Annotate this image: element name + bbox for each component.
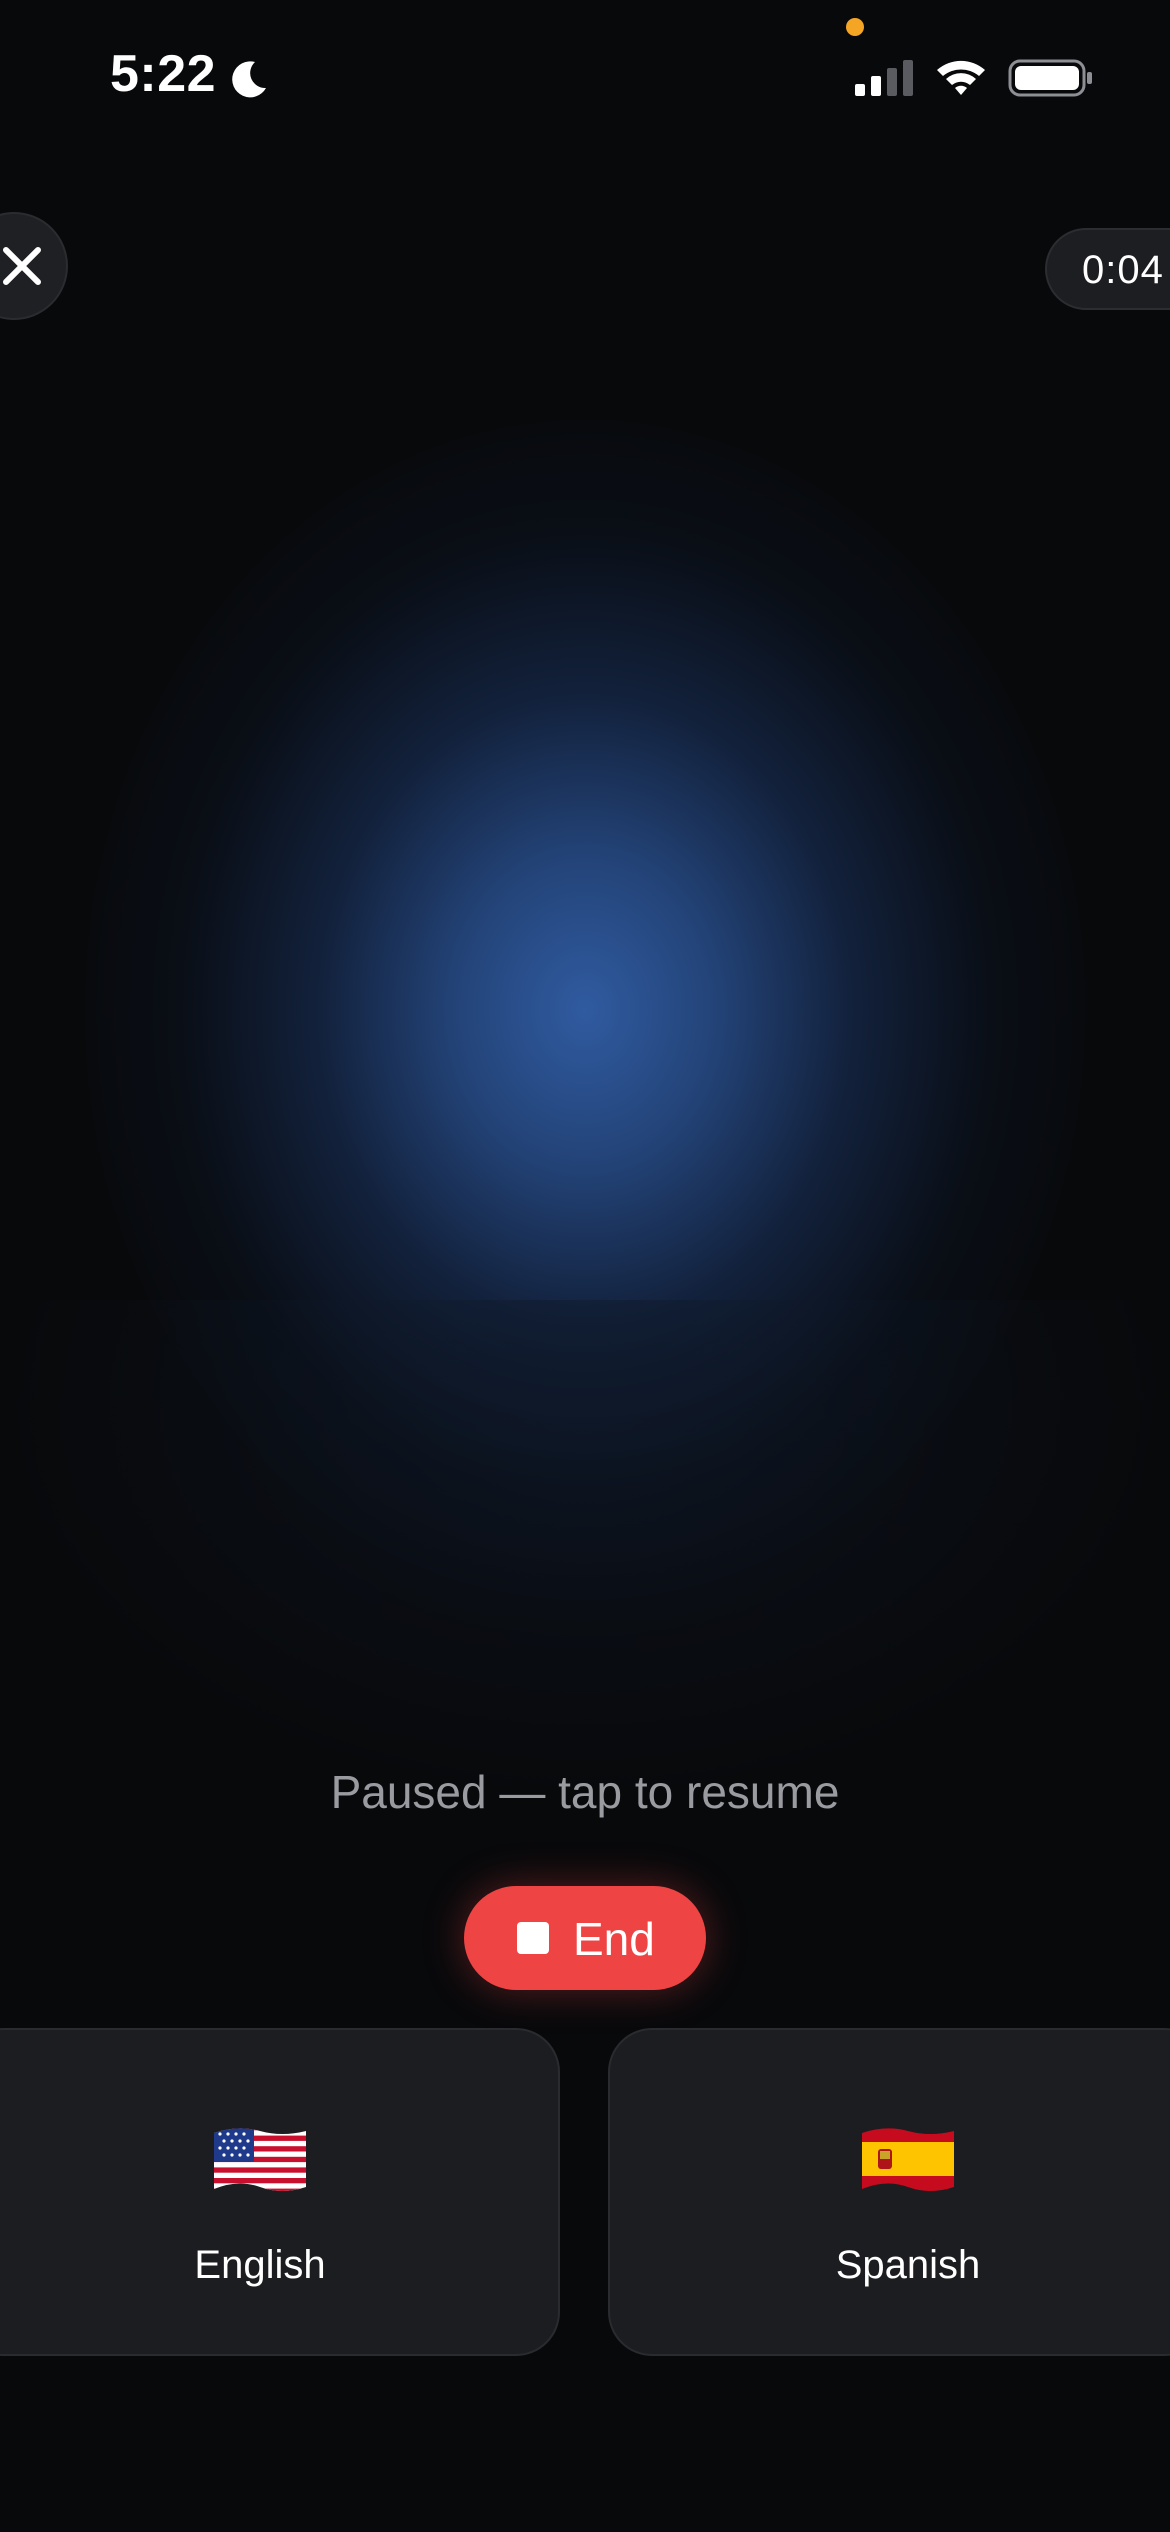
language-label-english: English [194, 2243, 326, 2287]
status-bar: 5:22 [0, 0, 1170, 150]
language-label-spanish: Spanish [835, 2243, 981, 2287]
language-card-english[interactable]: English [0, 2028, 560, 2356]
background-shade [0, 1300, 1170, 1800]
end-button[interactable]: End [464, 1886, 706, 1990]
stop-icon [517, 1922, 549, 1954]
end-button-label: End [573, 1913, 655, 1965]
cellular-signal-icon [855, 60, 913, 96]
us-flag-icon [214, 2128, 306, 2192]
close-button[interactable] [0, 212, 68, 320]
status-time: 5:22 [110, 45, 217, 103]
language-card-spanish[interactable]: Spanish [608, 2028, 1170, 2356]
call-timer: 0:04 [1045, 228, 1170, 310]
timer-text: 0:04 [1082, 248, 1164, 292]
moon-icon [232, 61, 266, 98]
voice-translator-screen: 5:22 0:04 Paused — tap to resume End Eng… [0, 0, 1170, 2532]
wifi-icon [937, 60, 985, 95]
paused-status-message[interactable]: Paused — tap to resume [0, 1765, 1170, 1819]
battery-icon [1008, 59, 1092, 97]
close-icon [3, 247, 41, 285]
spain-flag-icon [862, 2128, 954, 2192]
mic-indicator-dot [846, 18, 864, 36]
